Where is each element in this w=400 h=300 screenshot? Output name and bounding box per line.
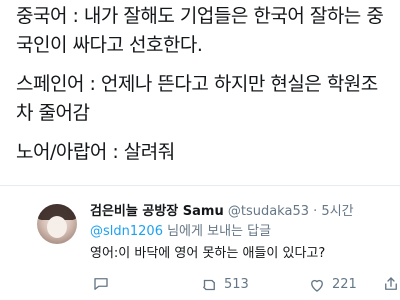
- reply-to-line: @sldn1206 님에게 보내는 답글: [90, 222, 395, 242]
- paragraph-spanish: 스페인어 : 언제나 뜬다고 하지만 현실은 학원조차 줄어감: [16, 73, 378, 124]
- action-bar: 513 221: [90, 275, 397, 295]
- paragraph-russian-arabic: 노어/아랍어 : 살려줘: [16, 141, 175, 163]
- heart-icon: [308, 276, 326, 294]
- author-handle[interactable]: @tsudaka53: [228, 204, 309, 219]
- mention-link[interactable]: @sldn1206: [90, 224, 163, 239]
- reply-body: 검은비늘 공방장 Samu @tsudaka53 · 5시간 @sldn1206…: [90, 202, 397, 298]
- reply-tweet[interactable]: 검은비늘 공방장 Samu @tsudaka53 · 5시간 @sldn1206…: [0, 192, 400, 300]
- separator-dot: ·: [313, 204, 318, 219]
- retweet-button[interactable]: 513: [200, 275, 249, 295]
- like-button[interactable]: 221: [308, 275, 357, 295]
- share-icon: [382, 275, 400, 293]
- avatar-face: [47, 216, 67, 238]
- reply-to-suffix: 님에게 보내는 답글: [162, 224, 272, 239]
- reply-header: 검은비늘 공방장 Samu @tsudaka53 · 5시간: [90, 202, 395, 222]
- comment-icon: [92, 275, 110, 293]
- author-name[interactable]: 검은비늘 공방장 Samu: [90, 204, 224, 219]
- divider: [0, 185, 400, 186]
- retweet-count: 513: [224, 277, 249, 292]
- avatar[interactable]: [37, 204, 77, 244]
- tweet-main-text: 중국어 : 내가 잘해도 기업들은 한국어 잘하는 중국인이 싸다고 선호한다.…: [0, 0, 400, 170]
- share-button[interactable]: [382, 275, 400, 293]
- like-count: 221: [332, 277, 357, 292]
- timestamp[interactable]: 5시간: [321, 204, 353, 219]
- comment-button[interactable]: [92, 275, 110, 293]
- retweet-icon: [200, 276, 218, 294]
- paragraph-chinese: 중국어 : 내가 잘해도 기업들은 한국어 잘하는 중국인이 싸다고 선호한다.: [16, 5, 384, 56]
- reply-text: 영어:이 바닥에 영어 못하는 애들이 있다고?: [90, 246, 326, 261]
